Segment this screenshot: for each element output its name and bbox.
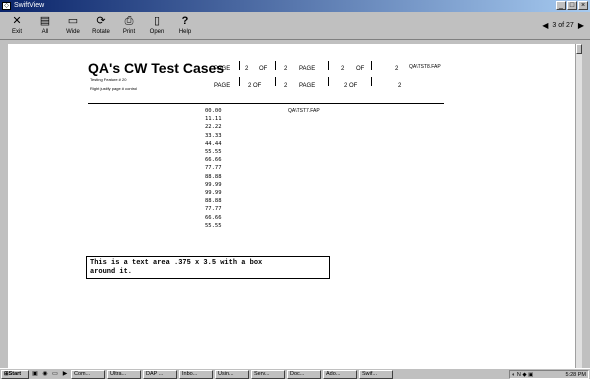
header-row1-cell: OF [259,66,268,72]
number-value: 55.55 [205,222,222,229]
header-divider [275,61,276,70]
taskbar-task[interactable]: Swif... [359,369,393,379]
taskbar-task[interactable]: Usin... [215,369,249,379]
all-pages-icon: ▤ [39,15,51,27]
vertical-scrollbar[interactable] [575,44,582,368]
number-value: 88.88 [205,173,222,180]
quicklaunch-folder-icon[interactable]: ▭ [51,370,59,378]
rotate-button[interactable]: ⟳ Rotate [88,14,114,38]
boxed-text-area: This is a text area .375 x 3.5 with a bo… [86,256,330,279]
header-divider [371,77,372,86]
document-subtitle-1: Testing Feature # 20 [90,77,127,82]
print-icon: ⎙ [124,15,134,27]
document-subtitle-2: Right justify page # control [90,86,138,91]
taskbar-task[interactable]: Ado... [323,369,357,379]
header-divider [371,61,372,70]
toolbar: ✕ Exit ▤ All ▭ Wide ⟳ Rotate ⎙ Print ▯ O… [0,12,590,40]
print-button[interactable]: ⎙ Print [116,14,142,38]
header-row1-cell: 2 [245,66,249,72]
number-value: 33.33 [205,132,222,139]
document-title: QA's CW Test Cases [88,60,225,76]
maximize-button[interactable]: □ [567,1,577,10]
header-row2-cell: 2 OF [344,83,358,89]
rotate-icon: ⟳ [96,15,106,27]
header-row2-cell: PAGE [299,83,316,89]
taskbar-task[interactable]: Serv... [251,369,285,379]
header-divider [328,77,329,86]
exit-button[interactable]: ✕ Exit [4,14,30,38]
page-navigator: ◀ 3 of 27 ▶ [542,21,584,30]
system-tray: ◐ N ◆ ▣ 5:28 PM [509,370,589,379]
prev-page-icon[interactable]: ◀ [542,21,548,30]
clock: 5:28 PM [565,371,586,378]
number-value: 44.44 [205,140,222,147]
number-value: 99.99 [205,190,222,197]
quicklaunch-browser-icon[interactable]: ◉ [41,370,49,378]
textbox-line-1: This is a text area .375 x 3.5 with a bo… [90,259,263,267]
header-divider [275,77,276,86]
number-value: 88.88 [205,198,222,205]
number-value: 22.22 [205,124,222,131]
header-row1-cell: 2 [341,66,345,72]
header-row2-cell: PAGE [214,83,231,89]
number-value: 66.66 [205,157,222,164]
close-icon: ✕ [12,15,22,27]
header-divider [239,61,240,70]
open-button[interactable]: ▯ Open [144,14,170,38]
textbox-line-2: around it. [90,268,133,276]
taskbar-task[interactable]: Ultra... [107,369,141,379]
header-row2-cell: 2 OF [248,83,262,89]
header-divider [239,77,240,86]
page-indicator: 3 of 27 [552,22,574,29]
taskbar-task[interactable]: DAP ... [143,369,177,379]
header-row1-cell: PAGE [299,66,316,72]
tray-icons[interactable]: ◐ N ◆ ▣ [512,372,533,378]
file-name-a: QA\TST8.FAP [409,64,441,70]
window-controls: _ □ × [556,1,588,10]
quicklaunch-media-icon[interactable]: ▶ [61,370,69,378]
number-value: 55.55 [205,149,222,156]
document-viewport[interactable]: QA's CW Test Cases Testing Feature # 20 … [8,44,582,368]
header-row1-cell: OF [356,66,365,72]
header-rule [88,103,444,104]
app-icon: ◇ [2,2,11,10]
document-page: QA's CW Test Cases Testing Feature # 20 … [8,44,575,368]
minimize-button[interactable]: _ [556,1,566,10]
window-title: SwiftView [14,2,45,9]
number-value: 66.66 [205,214,222,221]
next-page-icon[interactable]: ▶ [578,21,584,30]
header-row2-cell: 2 [398,83,402,89]
number-value: 77.77 [205,206,222,213]
taskbar-task[interactable]: Doc... [287,369,321,379]
number-value: 00.00 [205,108,222,114]
start-button[interactable]: ⊞Start [1,369,29,379]
all-button[interactable]: ▤ All [32,14,58,38]
header-row1-cell: 2 [284,66,288,72]
taskbar: ⊞Start ▣ ◉ ▭ ▶ Com... Ultra... DAP ... I… [0,368,590,379]
help-button[interactable]: ? Help [172,14,198,38]
help-icon: ? [181,15,189,27]
wide-button[interactable]: ▭ Wide [60,14,86,38]
scrollbar-thumb[interactable] [576,44,582,54]
header-divider [328,61,329,70]
header-row2-cell: 2 [284,83,288,89]
title-bar: ◇ SwiftView _ □ × [0,0,590,12]
number-value: 77.77 [205,165,222,172]
wide-icon: ▭ [67,15,79,27]
taskbar-task[interactable]: Com... [71,369,105,379]
close-window-button[interactable]: × [578,1,588,10]
number-column: 00.00 11.11 22.22 33.33 44.44 55.55 66.6… [205,107,222,230]
number-value: 99.99 [205,181,222,188]
header-row1-cell: PAGE [214,66,231,72]
file-name-b: QA\TST7.FAP [288,108,320,114]
header-row1-cell: 2 [395,66,399,72]
open-icon: ▯ [153,15,161,27]
taskbar-task[interactable]: Inbo... [179,369,213,379]
quicklaunch-desktop-icon[interactable]: ▣ [31,370,39,378]
number-value: 11.11 [205,116,222,123]
